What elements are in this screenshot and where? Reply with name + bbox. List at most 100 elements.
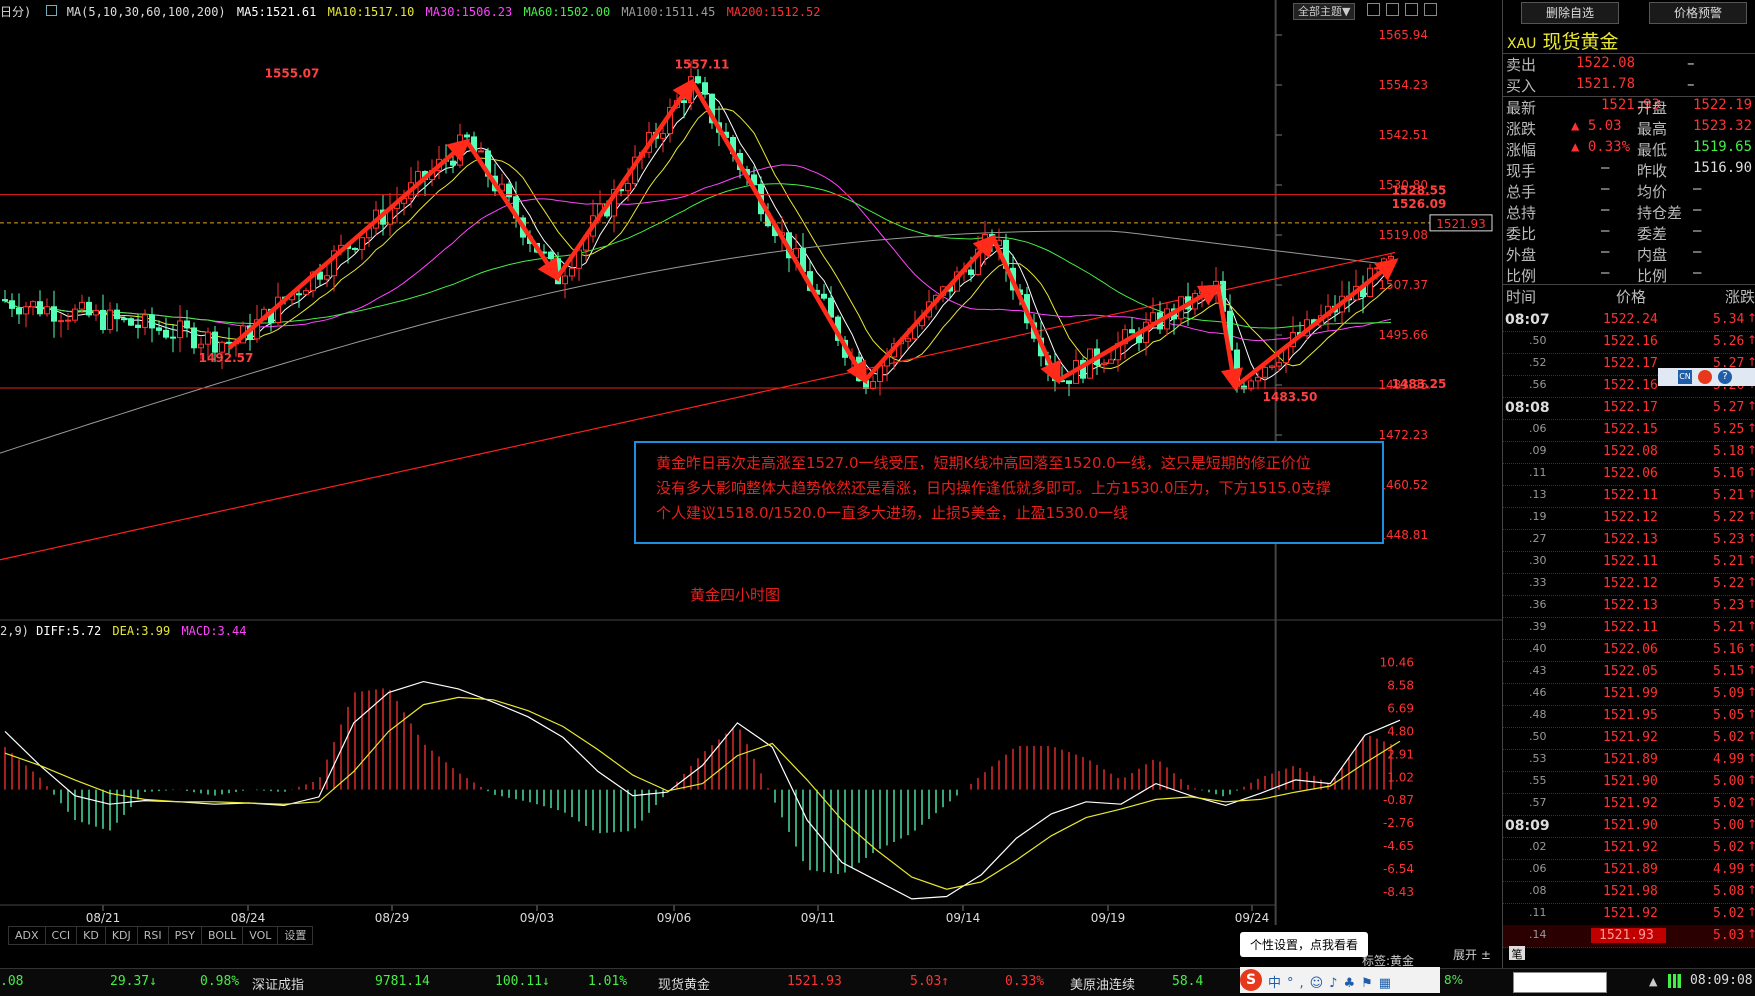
tick-change: 5.26 (1713, 334, 1745, 349)
up-arrow-icon: ↑ (1747, 729, 1755, 743)
candle-body (821, 293, 827, 299)
up-arrow-icon: ↑ (1747, 663, 1755, 677)
tab-kd[interactable]: KD (76, 926, 106, 945)
tick-change: 4.99 (1713, 752, 1745, 767)
tab-adx[interactable]: ADX (8, 926, 46, 945)
tick-price: 1521.90 (1603, 818, 1658, 833)
ticker-item: 5.03↑ (910, 974, 950, 989)
tick-row: .40 1522.06 5.16 ↑ (1503, 639, 1755, 662)
tick-change: 5.34 (1713, 312, 1745, 327)
macd-value: MACD:3.44 (181, 624, 247, 638)
candle-body (702, 82, 708, 95)
tick-change: 5.21 (1713, 488, 1745, 503)
ticker-item: 1521.93 (787, 974, 842, 989)
mode-button[interactable]: 笔 (1509, 946, 1525, 961)
delete-watchlist-button[interactable]: 删除自选 (1521, 2, 1619, 24)
price-annotation: 1555.07 (265, 66, 320, 80)
tick-price: 1522.24 (1603, 312, 1658, 327)
tick-time: .46 (1529, 686, 1547, 699)
tick-row: .19 1522.12 5.22 ↑ (1503, 507, 1755, 530)
candle-body (128, 318, 134, 326)
tick-price: 1521.89 (1603, 752, 1658, 767)
dropdown-icon[interactable]: ▲ (1649, 975, 1657, 988)
up-arrow-icon: ↑ (1747, 333, 1755, 347)
tick-time: .09 (1529, 444, 1547, 457)
tick-row: .43 1522.05 5.15 ↑ (1503, 661, 1755, 684)
candle-body (58, 320, 64, 323)
search-box[interactable] (1513, 972, 1607, 993)
sogou-logo-icon[interactable]: S (1240, 969, 1262, 991)
tick-header-change: 涨跌 (1725, 288, 1755, 306)
ma100-value: MA100:1511.45 (621, 5, 716, 19)
ma200-value: MA200:1512.52 (726, 5, 821, 19)
candle-body (968, 269, 974, 275)
tick-time: 08:07 (1505, 312, 1550, 328)
quote-panel: 删除自选 价格预警 XAU 现货黄金 卖出 1522.08 – 买入 1521.… (1453, 0, 1755, 995)
info-value: ▲ 5.03 (1571, 118, 1622, 134)
tab-rsi[interactable]: RSI (136, 926, 169, 945)
macd-tick-label: 6.69 (1387, 701, 1414, 715)
candle-body (86, 301, 92, 316)
info-value: ▲ 0.33% (1571, 139, 1631, 155)
up-arrow-icon: ↑ (1747, 355, 1755, 369)
candle-body (2, 299, 8, 302)
tab-设置[interactable]: 设置 (277, 926, 314, 945)
ticker-item: 0.98% (200, 974, 240, 989)
tick-row: .09 1522.08 5.18 ↑ (1503, 441, 1755, 464)
prev-icon[interactable] (1405, 3, 1419, 16)
theme-select-button[interactable]: 全部主题▼ (1293, 3, 1356, 20)
info-label: 总手 (1506, 183, 1537, 201)
candle-body (548, 251, 554, 260)
macd-params: 2,9) (0, 624, 29, 638)
tick-price: 1522.12 (1603, 576, 1658, 591)
tab-vol[interactable]: VOL (242, 926, 279, 945)
up-arrow-icon: ↑ (1747, 905, 1755, 919)
tick-price: 1522.15 (1603, 422, 1658, 437)
buy-extra: – (1687, 75, 1695, 93)
ticker-item: 29.37↓ (110, 974, 157, 989)
candle-body (1129, 329, 1135, 334)
tick-time: .13 (1529, 488, 1547, 501)
info-value: – (1601, 265, 1610, 281)
tab-boll[interactable]: BOLL (200, 926, 244, 945)
info-label: 现手 (1506, 162, 1537, 180)
panel-toolbar-icons: CN ? (1658, 368, 1755, 386)
tab-psy[interactable]: PSY (167, 926, 202, 945)
expand-button[interactable]: 展开 ± (1453, 946, 1491, 963)
ticker-item: 1.01% (588, 974, 628, 989)
chart-title: 黄金四小时图 (690, 586, 780, 604)
tick-row: .11 1522.06 5.16 ↑ (1503, 463, 1755, 486)
ma5-value: MA5:1521.61 (236, 5, 317, 19)
candle-body (450, 160, 456, 166)
tick-price: 1522.13 (1603, 532, 1658, 547)
zoom-in-icon[interactable] (1367, 3, 1380, 16)
candle-body (303, 290, 309, 295)
cn-icon[interactable]: CN (1678, 370, 1692, 384)
up-arrow-icon: ↑ (1747, 597, 1755, 611)
price-alert-button[interactable]: 价格预警 (1649, 2, 1747, 24)
up-arrow-icon: ↑ (1747, 487, 1755, 501)
tick-row: .39 1522.11 5.21 ↑ (1503, 617, 1755, 640)
sogou-icon[interactable] (1698, 370, 1712, 384)
candle-body (30, 301, 36, 308)
info-value: – (1601, 223, 1610, 239)
tick-header-price: 价格 (1616, 288, 1647, 306)
symbol-name: 现货黄金 (1542, 31, 1619, 53)
next-icon[interactable] (1424, 3, 1438, 16)
candle-body (359, 237, 365, 250)
zoom-out-icon[interactable] (1386, 3, 1400, 16)
price-annotation: 1526.09 (1392, 197, 1447, 211)
period-label: 日分) (0, 5, 32, 19)
tick-row: .02 1521.92 5.02 ↑ (1503, 837, 1755, 860)
info-label: 委比 (1506, 225, 1537, 243)
tab-cci[interactable]: CCI (44, 926, 78, 945)
help-icon[interactable]: ? (1718, 370, 1732, 384)
info-value-2: – (1693, 223, 1702, 239)
buy-label: 买入 (1506, 77, 1537, 95)
price-tick-label: 1565.94 (1378, 28, 1428, 42)
up-arrow-icon: ↑ (1747, 421, 1755, 435)
tab-kdj[interactable]: KDJ (104, 926, 138, 945)
tick-row: .50 1522.16 5.26 ↑ (1503, 331, 1755, 354)
info-value: – (1601, 181, 1610, 197)
price-tick-label: 1448.81 (1378, 528, 1428, 542)
